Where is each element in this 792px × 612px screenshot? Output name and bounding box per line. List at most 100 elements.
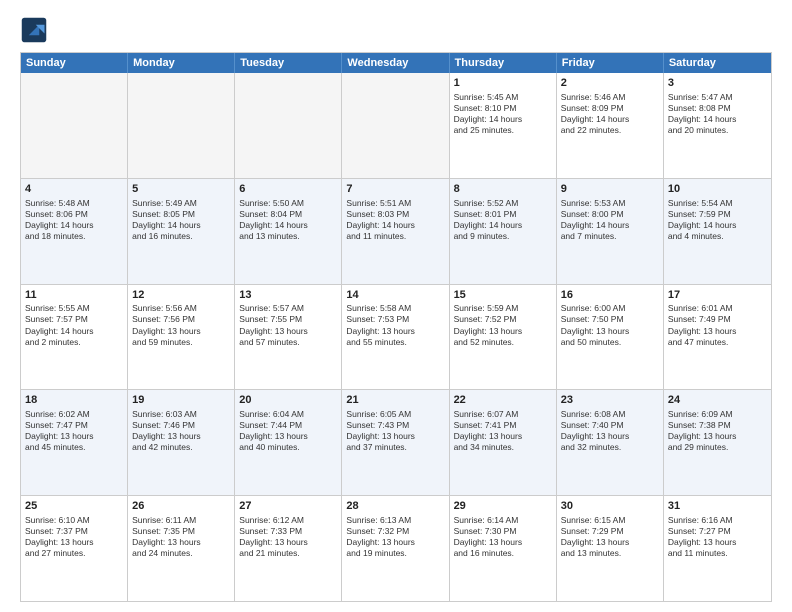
- day-number: 3: [668, 76, 767, 91]
- calendar-cell: 22Sunrise: 6:07 AM Sunset: 7:41 PM Dayli…: [450, 390, 557, 495]
- cell-text: Sunrise: 5:51 AM Sunset: 8:03 PM Dayligh…: [346, 198, 444, 242]
- calendar-cell: 9Sunrise: 5:53 AM Sunset: 8:00 PM Daylig…: [557, 179, 664, 284]
- day-number: 27: [239, 499, 337, 514]
- calendar-cell: 17Sunrise: 6:01 AM Sunset: 7:49 PM Dayli…: [664, 285, 771, 390]
- cell-text: Sunrise: 6:16 AM Sunset: 7:27 PM Dayligh…: [668, 515, 767, 559]
- cell-text: Sunrise: 6:07 AM Sunset: 7:41 PM Dayligh…: [454, 409, 552, 453]
- cell-text: Sunrise: 6:04 AM Sunset: 7:44 PM Dayligh…: [239, 409, 337, 453]
- calendar-cell: 21Sunrise: 6:05 AM Sunset: 7:43 PM Dayli…: [342, 390, 449, 495]
- day-number: 10: [668, 182, 767, 197]
- header-day: Saturday: [664, 53, 771, 73]
- day-number: 4: [25, 182, 123, 197]
- day-number: 18: [25, 393, 123, 408]
- cell-text: Sunrise: 5:48 AM Sunset: 8:06 PM Dayligh…: [25, 198, 123, 242]
- calendar-row: 18Sunrise: 6:02 AM Sunset: 7:47 PM Dayli…: [21, 389, 771, 495]
- day-number: 6: [239, 182, 337, 197]
- header-day: Tuesday: [235, 53, 342, 73]
- calendar-cell: 19Sunrise: 6:03 AM Sunset: 7:46 PM Dayli…: [128, 390, 235, 495]
- cell-text: Sunrise: 6:08 AM Sunset: 7:40 PM Dayligh…: [561, 409, 659, 453]
- cell-text: Sunrise: 5:50 AM Sunset: 8:04 PM Dayligh…: [239, 198, 337, 242]
- calendar-cell: 3Sunrise: 5:47 AM Sunset: 8:08 PM Daylig…: [664, 73, 771, 178]
- day-number: 2: [561, 76, 659, 91]
- header-day: Monday: [128, 53, 235, 73]
- calendar-cell: 15Sunrise: 5:59 AM Sunset: 7:52 PM Dayli…: [450, 285, 557, 390]
- day-number: 23: [561, 393, 659, 408]
- header-day: Thursday: [450, 53, 557, 73]
- calendar-row: 25Sunrise: 6:10 AM Sunset: 7:37 PM Dayli…: [21, 495, 771, 601]
- header-day: Friday: [557, 53, 664, 73]
- cell-text: Sunrise: 5:54 AM Sunset: 7:59 PM Dayligh…: [668, 198, 767, 242]
- day-number: 7: [346, 182, 444, 197]
- calendar-header: SundayMondayTuesdayWednesdayThursdayFrid…: [21, 53, 771, 73]
- calendar-cell: [235, 73, 342, 178]
- calendar-cell: 8Sunrise: 5:52 AM Sunset: 8:01 PM Daylig…: [450, 179, 557, 284]
- calendar-cell: 13Sunrise: 5:57 AM Sunset: 7:55 PM Dayli…: [235, 285, 342, 390]
- cell-text: Sunrise: 6:15 AM Sunset: 7:29 PM Dayligh…: [561, 515, 659, 559]
- calendar-cell: 1Sunrise: 5:45 AM Sunset: 8:10 PM Daylig…: [450, 73, 557, 178]
- calendar-cell: 20Sunrise: 6:04 AM Sunset: 7:44 PM Dayli…: [235, 390, 342, 495]
- calendar-cell: 29Sunrise: 6:14 AM Sunset: 7:30 PM Dayli…: [450, 496, 557, 601]
- header-day: Wednesday: [342, 53, 449, 73]
- cell-text: Sunrise: 6:09 AM Sunset: 7:38 PM Dayligh…: [668, 409, 767, 453]
- calendar-cell: [21, 73, 128, 178]
- day-number: 17: [668, 288, 767, 303]
- cell-text: Sunrise: 5:57 AM Sunset: 7:55 PM Dayligh…: [239, 303, 337, 347]
- calendar: SundayMondayTuesdayWednesdayThursdayFrid…: [20, 52, 772, 602]
- calendar-cell: 7Sunrise: 5:51 AM Sunset: 8:03 PM Daylig…: [342, 179, 449, 284]
- page: SundayMondayTuesdayWednesdayThursdayFrid…: [0, 0, 792, 612]
- cell-text: Sunrise: 6:11 AM Sunset: 7:35 PM Dayligh…: [132, 515, 230, 559]
- cell-text: Sunrise: 6:00 AM Sunset: 7:50 PM Dayligh…: [561, 303, 659, 347]
- cell-text: Sunrise: 6:10 AM Sunset: 7:37 PM Dayligh…: [25, 515, 123, 559]
- day-number: 1: [454, 76, 552, 91]
- calendar-cell: 2Sunrise: 5:46 AM Sunset: 8:09 PM Daylig…: [557, 73, 664, 178]
- cell-text: Sunrise: 5:46 AM Sunset: 8:09 PM Dayligh…: [561, 92, 659, 136]
- header-day: Sunday: [21, 53, 128, 73]
- calendar-cell: 6Sunrise: 5:50 AM Sunset: 8:04 PM Daylig…: [235, 179, 342, 284]
- calendar-cell: 25Sunrise: 6:10 AM Sunset: 7:37 PM Dayli…: [21, 496, 128, 601]
- header: [20, 16, 772, 44]
- logo-icon: [20, 16, 48, 44]
- calendar-row: 1Sunrise: 5:45 AM Sunset: 8:10 PM Daylig…: [21, 73, 771, 178]
- calendar-cell: 31Sunrise: 6:16 AM Sunset: 7:27 PM Dayli…: [664, 496, 771, 601]
- day-number: 12: [132, 288, 230, 303]
- calendar-cell: 23Sunrise: 6:08 AM Sunset: 7:40 PM Dayli…: [557, 390, 664, 495]
- day-number: 9: [561, 182, 659, 197]
- cell-text: Sunrise: 6:14 AM Sunset: 7:30 PM Dayligh…: [454, 515, 552, 559]
- cell-text: Sunrise: 6:01 AM Sunset: 7:49 PM Dayligh…: [668, 303, 767, 347]
- calendar-cell: 18Sunrise: 6:02 AM Sunset: 7:47 PM Dayli…: [21, 390, 128, 495]
- logo: [20, 16, 52, 44]
- cell-text: Sunrise: 5:49 AM Sunset: 8:05 PM Dayligh…: [132, 198, 230, 242]
- day-number: 26: [132, 499, 230, 514]
- day-number: 11: [25, 288, 123, 303]
- calendar-cell: 30Sunrise: 6:15 AM Sunset: 7:29 PM Dayli…: [557, 496, 664, 601]
- day-number: 21: [346, 393, 444, 408]
- calendar-body: 1Sunrise: 5:45 AM Sunset: 8:10 PM Daylig…: [21, 73, 771, 601]
- day-number: 29: [454, 499, 552, 514]
- cell-text: Sunrise: 5:58 AM Sunset: 7:53 PM Dayligh…: [346, 303, 444, 347]
- calendar-cell: 28Sunrise: 6:13 AM Sunset: 7:32 PM Dayli…: [342, 496, 449, 601]
- calendar-cell: 4Sunrise: 5:48 AM Sunset: 8:06 PM Daylig…: [21, 179, 128, 284]
- day-number: 8: [454, 182, 552, 197]
- cell-text: Sunrise: 5:56 AM Sunset: 7:56 PM Dayligh…: [132, 303, 230, 347]
- day-number: 25: [25, 499, 123, 514]
- day-number: 19: [132, 393, 230, 408]
- day-number: 14: [346, 288, 444, 303]
- calendar-cell: 5Sunrise: 5:49 AM Sunset: 8:05 PM Daylig…: [128, 179, 235, 284]
- calendar-cell: 10Sunrise: 5:54 AM Sunset: 7:59 PM Dayli…: [664, 179, 771, 284]
- calendar-cell: 27Sunrise: 6:12 AM Sunset: 7:33 PM Dayli…: [235, 496, 342, 601]
- cell-text: Sunrise: 5:59 AM Sunset: 7:52 PM Dayligh…: [454, 303, 552, 347]
- calendar-cell: 24Sunrise: 6:09 AM Sunset: 7:38 PM Dayli…: [664, 390, 771, 495]
- day-number: 24: [668, 393, 767, 408]
- cell-text: Sunrise: 5:53 AM Sunset: 8:00 PM Dayligh…: [561, 198, 659, 242]
- day-number: 30: [561, 499, 659, 514]
- calendar-cell: [128, 73, 235, 178]
- calendar-row: 4Sunrise: 5:48 AM Sunset: 8:06 PM Daylig…: [21, 178, 771, 284]
- cell-text: Sunrise: 6:13 AM Sunset: 7:32 PM Dayligh…: [346, 515, 444, 559]
- day-number: 5: [132, 182, 230, 197]
- cell-text: Sunrise: 6:02 AM Sunset: 7:47 PM Dayligh…: [25, 409, 123, 453]
- day-number: 28: [346, 499, 444, 514]
- calendar-cell: [342, 73, 449, 178]
- day-number: 13: [239, 288, 337, 303]
- cell-text: Sunrise: 5:52 AM Sunset: 8:01 PM Dayligh…: [454, 198, 552, 242]
- calendar-cell: 14Sunrise: 5:58 AM Sunset: 7:53 PM Dayli…: [342, 285, 449, 390]
